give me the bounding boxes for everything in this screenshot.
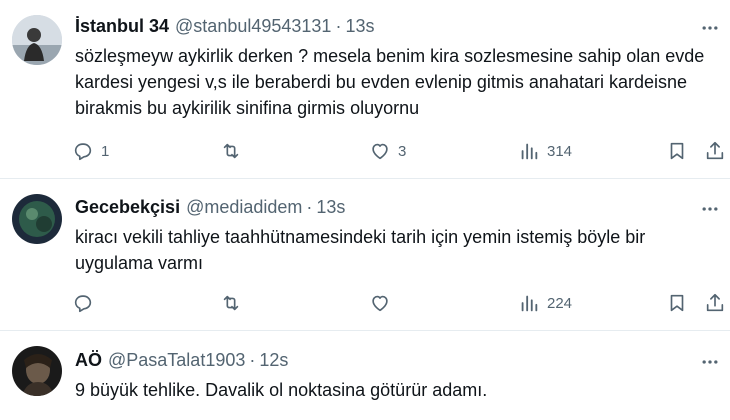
timestamp[interactable]: 13s xyxy=(316,197,345,218)
retweet-icon xyxy=(223,295,239,311)
avatar[interactable] xyxy=(12,346,62,396)
share-icon xyxy=(706,293,724,312)
reply-icon xyxy=(74,295,92,313)
tweet-text: sözleşmeyw aykirlik derken ? mesela beni… xyxy=(75,46,705,118)
like-count: 3 xyxy=(398,142,407,160)
reply-count: 1 xyxy=(101,142,110,160)
display-name[interactable]: İstanbul 34 xyxy=(75,16,169,37)
tweet-text: kiracı vekili tahliye taahhütnamesindeki… xyxy=(75,227,646,273)
more-icon[interactable] xyxy=(698,16,722,40)
separator-dot: · xyxy=(249,349,256,370)
display-name[interactable]: AÖ xyxy=(75,350,102,371)
tweet-text: 9 büyük tehlike. Davalik ol noktasina gö… xyxy=(75,380,488,400)
views-icon xyxy=(521,295,538,312)
views-button[interactable]: 224 xyxy=(518,290,572,316)
bookmark-button[interactable] xyxy=(666,290,688,316)
separator-dot: · xyxy=(306,196,313,217)
view-count: 224 xyxy=(547,294,573,312)
tweet-header: Gecebekçisi @mediadidem · 13s xyxy=(75,195,345,219)
separator-dot: · xyxy=(335,15,342,36)
action-bar: 1 3 314 xyxy=(72,138,727,164)
bookmark-button[interactable] xyxy=(666,138,688,164)
bookmark-icon xyxy=(670,142,684,160)
heart-icon xyxy=(372,295,388,312)
share-button[interactable] xyxy=(704,138,726,164)
action-bar: 224 xyxy=(72,290,727,316)
share-button[interactable] xyxy=(704,290,726,316)
retweet-button[interactable] xyxy=(220,290,249,316)
tweet-header: İstanbul 34 @stanbul49543131 · 13s xyxy=(75,14,374,38)
reply-icon xyxy=(74,143,92,161)
user-handle[interactable]: @stanbul49543131 xyxy=(175,16,331,37)
timestamp[interactable]: 13s xyxy=(345,16,374,37)
display-name[interactable]: Gecebekçisi xyxy=(75,197,180,218)
timestamp[interactable]: 12s xyxy=(259,350,288,371)
more-icon[interactable] xyxy=(698,197,722,221)
views-button[interactable]: 314 xyxy=(518,138,572,164)
avatar[interactable] xyxy=(12,15,62,65)
views-icon xyxy=(521,143,538,160)
retweet-button[interactable] xyxy=(220,138,249,164)
heart-icon xyxy=(372,143,388,160)
like-button[interactable]: 3 xyxy=(369,138,406,164)
tweet-header: AÖ @PasaTalat1903 · 12s xyxy=(75,348,288,372)
retweet-icon xyxy=(223,143,239,159)
bookmark-icon xyxy=(670,294,684,312)
share-icon xyxy=(706,141,724,160)
tweet-2[interactable]: Gecebekçisi @mediadidem · 13s kiracı vek… xyxy=(0,179,730,329)
more-icon[interactable] xyxy=(698,350,722,374)
reply-button[interactable] xyxy=(72,290,101,316)
reply-button[interactable]: 1 xyxy=(72,138,109,164)
avatar[interactable] xyxy=(12,194,62,244)
tweet-1[interactable]: İstanbul 34 @stanbul49543131 · 13s sözle… xyxy=(0,0,730,178)
view-count: 314 xyxy=(547,142,573,160)
user-handle[interactable]: @PasaTalat1903 xyxy=(108,350,245,371)
user-handle[interactable]: @mediadidem xyxy=(186,197,302,218)
like-button[interactable] xyxy=(369,290,398,316)
tweet-3[interactable]: AÖ @PasaTalat1903 · 12s 9 büyük tehlike.… xyxy=(0,331,730,420)
